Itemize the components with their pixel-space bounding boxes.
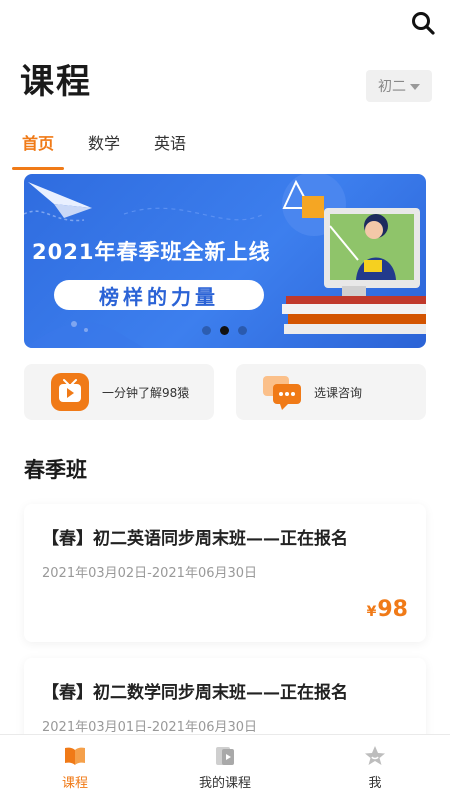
- tab-home[interactable]: 首页: [11, 126, 65, 170]
- banner-pill: 榜样的力量: [54, 280, 264, 310]
- pagination-dot[interactable]: [238, 326, 247, 335]
- teacher-illustration: [282, 174, 426, 334]
- book-icon: [65, 747, 85, 765]
- grade-dropdown[interactable]: 初二: [366, 70, 432, 102]
- chat-bubble-icon: [263, 376, 301, 410]
- section-title: 春季班: [24, 458, 87, 482]
- my-courses-icon: [216, 747, 234, 765]
- nav-label: 我的课程: [198, 776, 251, 791]
- course-title: 【春】初二数学同步周末班——正在报名: [42, 683, 348, 703]
- course-card[interactable]: 【春】初二英语同步周末班——正在报名 2021年03月02日-2021年06月3…: [24, 504, 426, 642]
- nav-label: 课程: [61, 776, 88, 791]
- page-title: 课程: [20, 62, 92, 102]
- intro-video-button[interactable]: 一分钟了解98猿: [24, 364, 214, 420]
- intro-video-label: 一分钟了解98猿: [102, 385, 190, 400]
- tv-play-icon: [51, 373, 89, 411]
- star-profile-icon: [365, 746, 385, 765]
- bottom-nav: 课程 我的课程 我: [0, 734, 450, 800]
- search-icon: [412, 12, 435, 35]
- pagination-dot[interactable]: [202, 326, 211, 335]
- course-price: ¥ 98: [367, 597, 408, 622]
- caret-down-icon: [410, 84, 420, 90]
- price-currency: ¥: [366, 604, 377, 620]
- promo-banner[interactable]: 2021年春季班全新上线 榜样的力量: [24, 174, 426, 348]
- tab-math[interactable]: 数学: [88, 126, 120, 164]
- course-dates: 2021年03月01日-2021年06月30日: [42, 720, 258, 735]
- course-title: 【春】初二英语同步周末班——正在报名: [42, 529, 348, 549]
- nav-item-courses[interactable]: 课程: [0, 735, 150, 800]
- grade-dropdown-value: 初二: [378, 79, 406, 95]
- course-dates: 2021年03月02日-2021年06月30日: [42, 566, 258, 581]
- price-amount: 98: [377, 597, 408, 622]
- nav-item-my-courses[interactable]: 我的课程: [150, 735, 300, 800]
- search-button[interactable]: [410, 10, 436, 36]
- nav-item-me[interactable]: 我: [300, 735, 450, 800]
- banner-headline: 2021年春季班全新上线: [32, 240, 271, 264]
- nav-label: 我: [368, 776, 382, 791]
- subject-tabs: 首页 数学 英语: [11, 126, 220, 170]
- banner-pagination: [202, 326, 247, 335]
- pagination-dot-active[interactable]: [220, 326, 229, 335]
- tab-english[interactable]: 英语: [154, 126, 186, 164]
- course-consult-label: 选课咨询: [314, 385, 363, 400]
- course-consult-button[interactable]: 选课咨询: [236, 364, 426, 420]
